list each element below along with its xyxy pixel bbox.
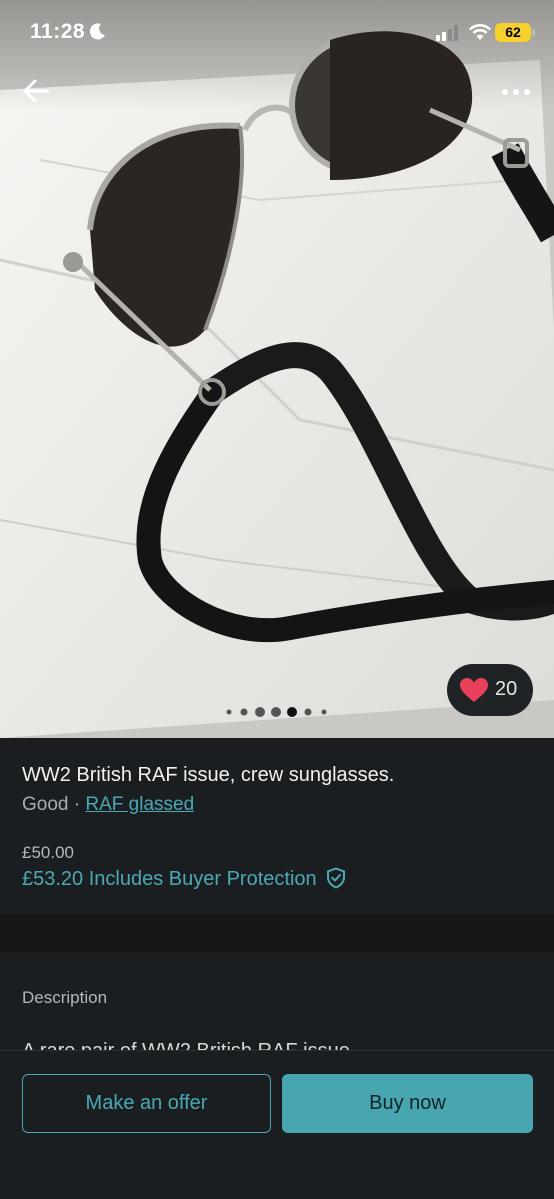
bottom-action-bar: Make an offer Buy now [0, 1050, 554, 1199]
pagination-dot [321, 709, 327, 715]
more-options-icon[interactable] [498, 82, 536, 102]
item-screen: 11:28 62 20 WW2 British RAF issue, crew … [0, 0, 554, 1199]
favourite-button[interactable]: 20 [447, 664, 533, 716]
description-header: Description [22, 988, 108, 1007]
item-title: WW2 British RAF issue, crew sunglasses. [22, 764, 395, 786]
pagination-dot [271, 707, 281, 717]
total-price: £53.20 [22, 868, 84, 890]
condition-separator: · [73, 794, 81, 815]
buyer-protection-price[interactable]: £53.20 Includes Buyer Protection [22, 867, 346, 891]
item-price: £50.00 [22, 843, 74, 862]
item-photo[interactable]: 11:28 62 20 [0, 0, 554, 738]
shield-check-icon [327, 867, 346, 889]
heart-icon [460, 678, 488, 702]
pagination-dot [304, 708, 312, 716]
photo-pagination-dots [226, 707, 327, 717]
brand-link[interactable]: RAF glassed [85, 794, 194, 815]
item-condition: Good [22, 794, 69, 815]
favourite-count: 20 [495, 678, 518, 700]
battery-tip [532, 29, 535, 36]
arrow-left-icon[interactable] [20, 74, 54, 108]
make-offer-button[interactable]: Make an offer [22, 1074, 271, 1133]
buy-now-button[interactable]: Buy now [282, 1074, 533, 1133]
pagination-dot [240, 708, 248, 716]
pagination-dot [226, 709, 232, 715]
pagination-dot-active [287, 707, 297, 717]
status-time: 11:28 [30, 20, 86, 43]
buyer-protection-label: Includes Buyer Protection [88, 868, 317, 890]
cellular-signal-icon [436, 25, 458, 41]
battery-indicator: 62 [495, 23, 531, 42]
moon-icon [89, 23, 105, 40]
status-bar: 11:28 62 [0, 0, 554, 64]
sunglasses-photo-image [0, 0, 554, 738]
wifi-icon [469, 24, 491, 40]
pagination-dot [255, 707, 265, 717]
section-divider [0, 914, 554, 952]
item-condition-line: Good · RAF glassed [22, 794, 194, 816]
